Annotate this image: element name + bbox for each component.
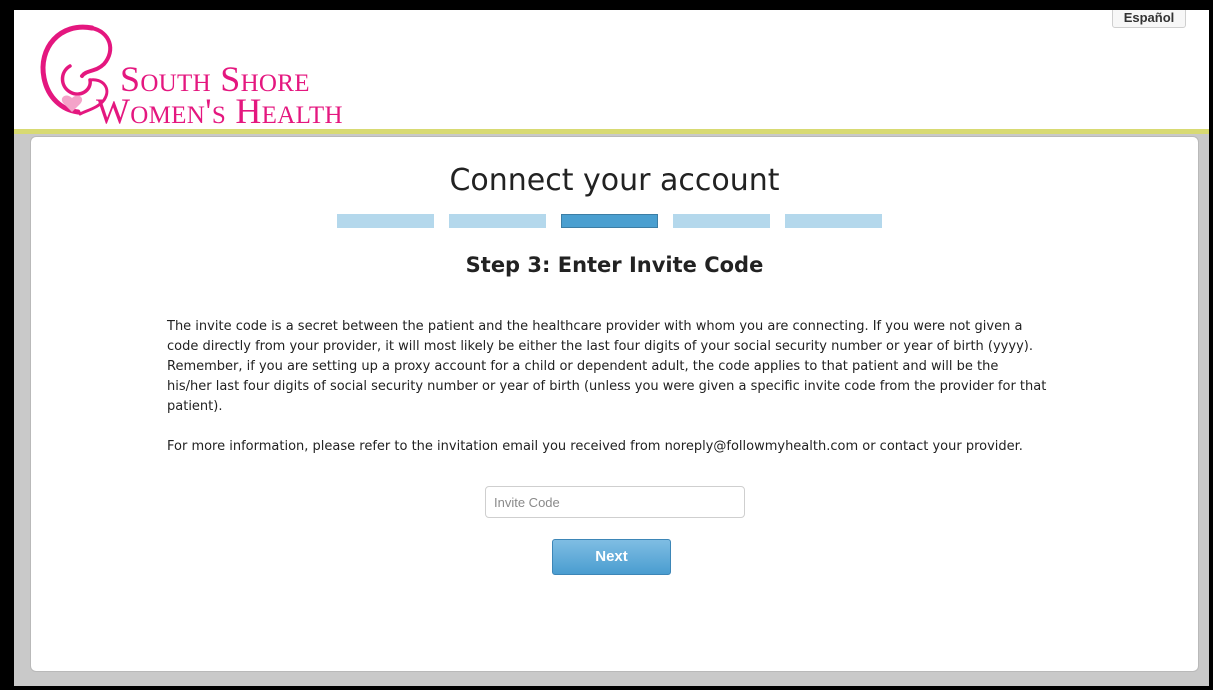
language-toggle-button[interactable]: Español <box>1112 10 1186 28</box>
browser-viewport: Español South Shore Women's Health Conne… <box>14 10 1209 686</box>
site-header: Español South Shore Women's Health <box>14 10 1209 134</box>
progress-step-5 <box>785 214 882 228</box>
page-title: Connect your account <box>449 163 780 198</box>
progress-step-1 <box>337 214 434 228</box>
progress-step-2 <box>449 214 546 228</box>
next-button[interactable]: Next <box>552 539 671 575</box>
logo-text-line-2: Women's Health <box>96 91 343 131</box>
site-logo[interactable]: South Shore Women's Health <box>30 20 410 131</box>
step-title: Step 3: Enter Invite Code <box>465 253 764 277</box>
step-progress-bar <box>337 214 889 228</box>
progress-step-4 <box>673 214 770 228</box>
connect-account-panel: Connect your account Step 3: Enter Invit… <box>30 136 1199 672</box>
instructions: The invite code is a secret between the … <box>167 317 1047 477</box>
instructions-paragraph: The invite code is a secret between the … <box>167 319 1047 414</box>
progress-step-3 <box>561 214 658 228</box>
invite-code-input[interactable] <box>485 486 745 518</box>
instructions-paragraph: For more information, please refer to th… <box>167 439 1023 454</box>
